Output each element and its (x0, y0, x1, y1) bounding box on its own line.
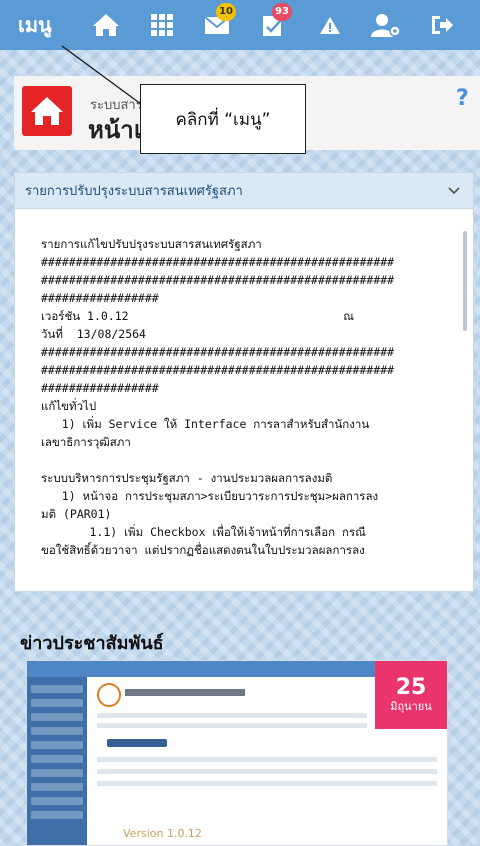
update-panel: รายการปรับปรุงระบบสารสนเทศรัฐสภา รายการแ… (14, 172, 474, 592)
home-icon (31, 97, 63, 125)
news-card[interactable]: 25 มิถุนายน Version 1.0.12 (26, 660, 448, 846)
alert-icon[interactable] (308, 5, 352, 45)
news-date-day: 25 (395, 675, 427, 700)
news-thumb-sidebar (27, 677, 87, 845)
news-thumb-logo (97, 683, 121, 707)
news-section-title: ข่าวประชาสัมพันธ์ (20, 633, 164, 654)
news-thumb-headline (125, 689, 245, 696)
update-panel-header[interactable]: รายการปรับปรุงระบบสารสนเทศรัฐสภา (15, 173, 473, 209)
news-version-text: Version 1.0.12 (123, 827, 202, 840)
approve-icon[interactable]: 93 (252, 3, 296, 45)
mail-icon[interactable]: 10 (196, 3, 240, 45)
news-date-badge: 25 มิถุนายน (375, 661, 447, 729)
menu-button[interactable]: เมนู (18, 9, 76, 41)
chevron-down-icon[interactable] (447, 184, 461, 198)
news-date-month: มิถุนายน (390, 700, 432, 713)
home-tile (22, 86, 72, 136)
home-icon[interactable] (84, 5, 128, 45)
grid-icon[interactable] (140, 5, 184, 45)
news-thumb-button (107, 739, 167, 747)
help-icon[interactable]: ? (456, 86, 469, 111)
callout-text: คลิกที่ “เมนู” (175, 109, 271, 130)
update-panel-body[interactable]: รายการแก้ไขปรับปรุงระบบสารสนเทศรัฐสภา ##… (23, 221, 463, 577)
user-settings-icon[interactable] (364, 5, 408, 45)
update-panel-title: รายการปรับปรุงระบบสารสนเทศรัฐสภา (25, 184, 243, 199)
panel-scrollbar[interactable] (463, 231, 467, 331)
approve-badge: 93 (272, 3, 292, 21)
top-navbar: เมนู 10 93 (0, 0, 480, 50)
callout-box: คลิกที่ “เมนู” (140, 84, 306, 154)
mail-badge: 10 (216, 3, 236, 21)
logout-icon[interactable] (420, 5, 464, 45)
update-log-text: รายการแก้ไขปรับปรุงระบบสารสนเทศรัฐสภา ##… (41, 237, 395, 557)
